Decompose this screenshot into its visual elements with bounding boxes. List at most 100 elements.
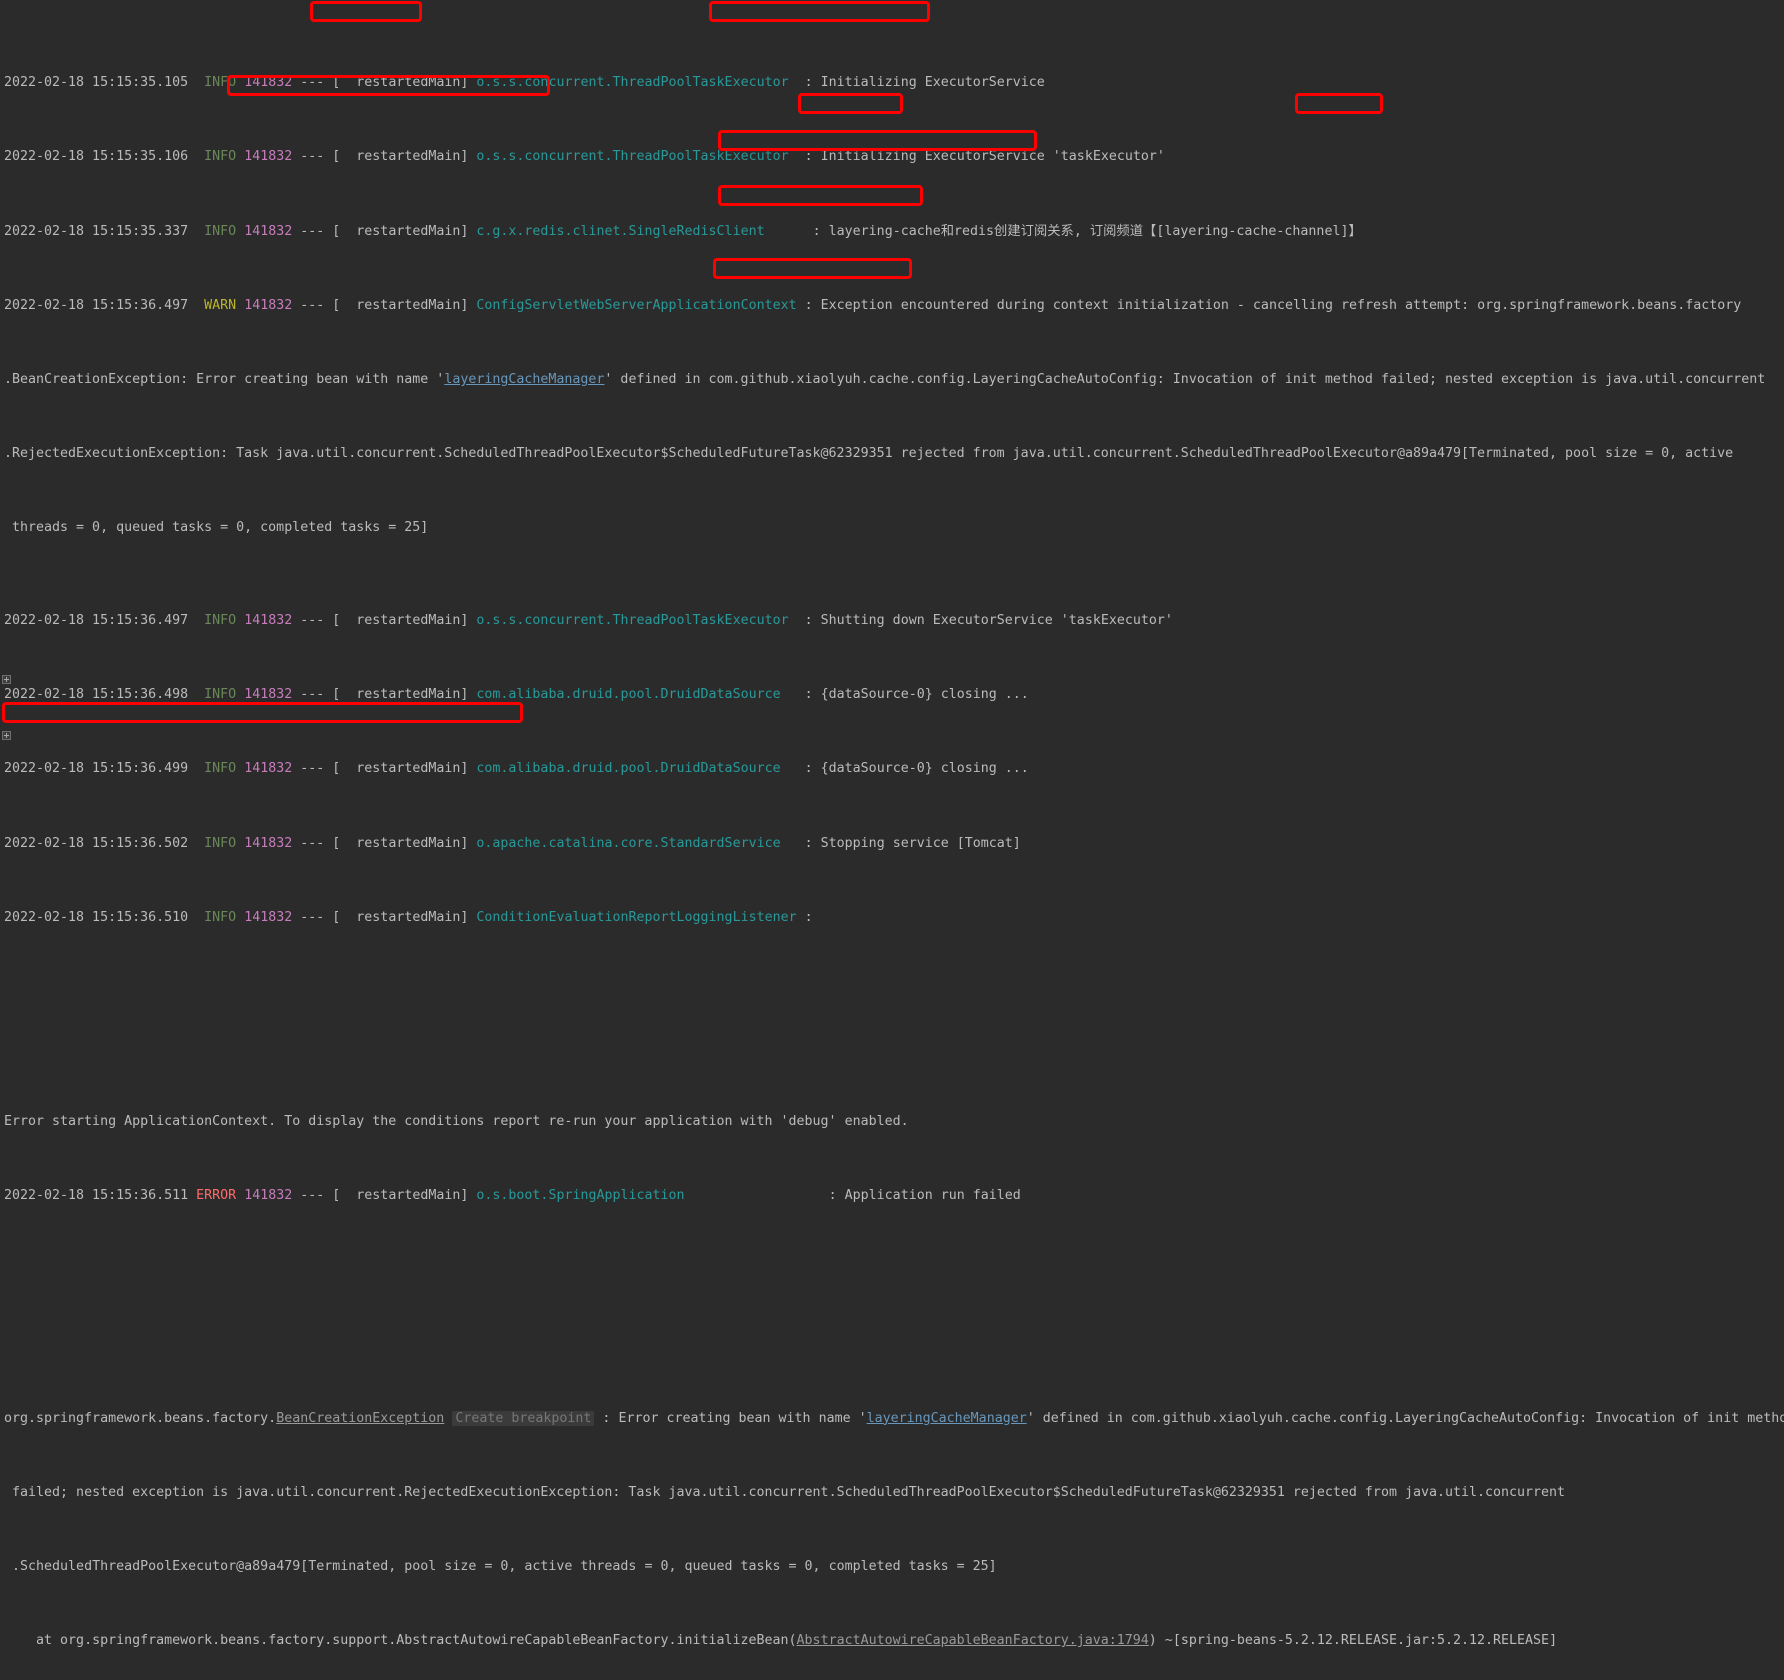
log-line: 2022-02-18 15:15:35.337 INFO 141832 --- … (0, 223, 1784, 242)
sp (236, 613, 244, 628)
log-thread: restartedMain] (340, 75, 469, 91)
stacktrace-header-cont: failed; nested exception is java.util.co… (0, 1484, 1784, 1503)
log-line-error: 2022-02-18 15:15:36.511 ERROR 141832 ---… (0, 1187, 1784, 1206)
log-wrap-line: threads = 0, queued tasks = 0, completed… (0, 519, 1784, 538)
highlight-initializing-executorservice (709, 1, 930, 22)
log-thread: restartedMain] (340, 149, 469, 165)
log-sep: --- [ (300, 223, 341, 239)
log-line: 2022-02-18 15:15:36.510 INFO 141832 --- … (0, 909, 1784, 928)
log-logger: o.s.s.concurrent.ThreadPoolTaskExecutor (476, 149, 789, 165)
sp (236, 298, 244, 313)
log-line: 2022-02-18 15:15:36.497 INFO 141832 --- … (0, 612, 1784, 631)
log-line: 2022-02-18 15:15:36.497 WARN 141832 --- … (0, 297, 1784, 316)
sp (789, 149, 805, 164)
bean-name-link[interactable]: layeringCacheManager (867, 1411, 1027, 1426)
log-line: 2022-02-18 15:15:35.106 INFO 141832 --- … (0, 148, 1784, 167)
sp (236, 1188, 244, 1203)
log-thread: restartedMain] (340, 297, 469, 313)
log-sep: --- [ (300, 613, 341, 629)
sp (188, 761, 204, 776)
log-line: 2022-02-18 15:15:35.105 INFO 141832 --- … (0, 74, 1784, 93)
exception-class-link[interactable]: BeanCreationException (276, 1411, 444, 1426)
frame-jar: ) ~[spring-beans-5.2.12.RELEASE.jar:5.2.… (1148, 1633, 1558, 1649)
log-logger: com.alibaba.druid.pool.DruidDataSource (476, 687, 781, 703)
sp (188, 687, 204, 702)
log-message: : Exception encountered during context i… (804, 297, 1742, 313)
sp (292, 910, 300, 925)
log-sep: --- [ (300, 835, 341, 851)
sp (781, 761, 805, 776)
log-logger: ConditionEvaluationReportLoggingListener (476, 909, 797, 925)
sp (468, 910, 476, 925)
create-breakpoint-hint[interactable]: Create breakpoint (452, 1410, 595, 1426)
console-output-panel[interactable]: 2022-02-18 15:15:35.105 INFO 141832 --- … (0, 0, 1784, 1648)
sp (188, 836, 204, 851)
stacktrace-header-cont: .ScheduledThreadPoolExecutor@a89a479[Ter… (0, 1558, 1784, 1577)
log-pid: 141832 (244, 761, 293, 777)
log-line: 2022-02-18 15:15:36.499 INFO 141832 --- … (0, 760, 1784, 779)
log-message: : layering-cache和redis创建订阅关系, 订阅频道【[laye… (812, 223, 1362, 239)
log-message: : Initializing ExecutorService 'taskExec… (804, 149, 1165, 165)
fold-marker-caused-by[interactable] (2, 731, 11, 740)
log-level: INFO (204, 909, 237, 925)
log-level: INFO (204, 835, 237, 851)
fold-marker-user-frame[interactable] (2, 675, 11, 684)
bean-name-link[interactable]: layeringCacheManager (444, 372, 604, 387)
log-logger: ConfigServletWebServerApplicationContext (476, 297, 797, 313)
sp (4, 1633, 36, 1648)
sp (188, 613, 204, 628)
sp (188, 1188, 196, 1203)
frame-file-link[interactable]: AbstractAutowireCapableBeanFactory.java:… (797, 1633, 1149, 1648)
sp (236, 75, 244, 90)
highlight-application-run-failed (713, 258, 912, 279)
log-level: INFO (204, 613, 237, 629)
error-notice-text: Error starting ApplicationContext. To di… (4, 1113, 909, 1129)
sp (236, 836, 244, 851)
sp (781, 836, 805, 851)
log-message: : {dataSource-0} closing ... (804, 761, 1029, 777)
sp (236, 761, 244, 776)
wrap-text: threads = 0, queued tasks = 0, completed… (4, 520, 429, 536)
sp (188, 75, 204, 90)
log-pid: 141832 (244, 223, 293, 239)
sp (188, 224, 204, 239)
sp (685, 1188, 829, 1203)
log-wrap-line: .RejectedExecutionException: Task java.u… (0, 445, 1784, 464)
log-line: 2022-02-18 15:15:36.498 INFO 141832 --- … (0, 686, 1784, 705)
log-message: : Initializing ExecutorService (804, 75, 1045, 91)
log-logger: com.alibaba.druid.pool.DruidDataSource (476, 761, 781, 777)
sp (789, 75, 805, 90)
sp (797, 910, 805, 925)
log-pid: 141832 (244, 149, 293, 165)
sp (236, 149, 244, 164)
log-timestamp: 2022-02-18 15:15:35.337 (4, 223, 189, 239)
sp (4, 1485, 12, 1500)
log-timestamp: 2022-02-18 15:15:36.511 (4, 1188, 189, 1203)
exception-mid: : Error creating bean with name ' (594, 1410, 867, 1426)
frame-method: at org.springframework.beans.factory.sup… (36, 1633, 797, 1649)
log-pid: 141832 (244, 909, 293, 925)
stacktrace-header: org.springframework.beans.factory.BeanCr… (0, 1410, 1784, 1429)
stacktrace-header-cont-text: failed; nested exception is java.util.co… (12, 1484, 1566, 1500)
log-message: : Stopping service [Tomcat] (804, 835, 1021, 851)
log-logger: o.s.s.concurrent.ThreadPoolTaskExecutor (476, 613, 789, 629)
log-pid: 141832 (244, 687, 293, 703)
log-pid: 141832 (244, 1188, 293, 1203)
log-thread: restartedMain] (340, 223, 469, 239)
highlight-stopping-service-tomcat (718, 185, 923, 206)
log-pid: 141832 (244, 297, 293, 313)
stacktrace-frame[interactable]: at org.springframework.beans.factory.sup… (0, 1632, 1784, 1651)
log-message: : Application run failed (828, 1188, 1021, 1203)
log-level: INFO (204, 149, 237, 165)
sp (188, 149, 204, 164)
highlight-rejected-from (798, 93, 903, 114)
sp (292, 1188, 300, 1203)
log-timestamp: 2022-02-18 15:15:36.502 (4, 835, 189, 851)
highlight-restarted-main-thread (310, 1, 422, 22)
log-level: INFO (204, 687, 237, 703)
log-level: INFO (204, 75, 237, 91)
log-logger: o.apache.catalina.core.StandardService (476, 835, 781, 851)
log-message: : {dataSource-0} closing ... (804, 687, 1029, 703)
